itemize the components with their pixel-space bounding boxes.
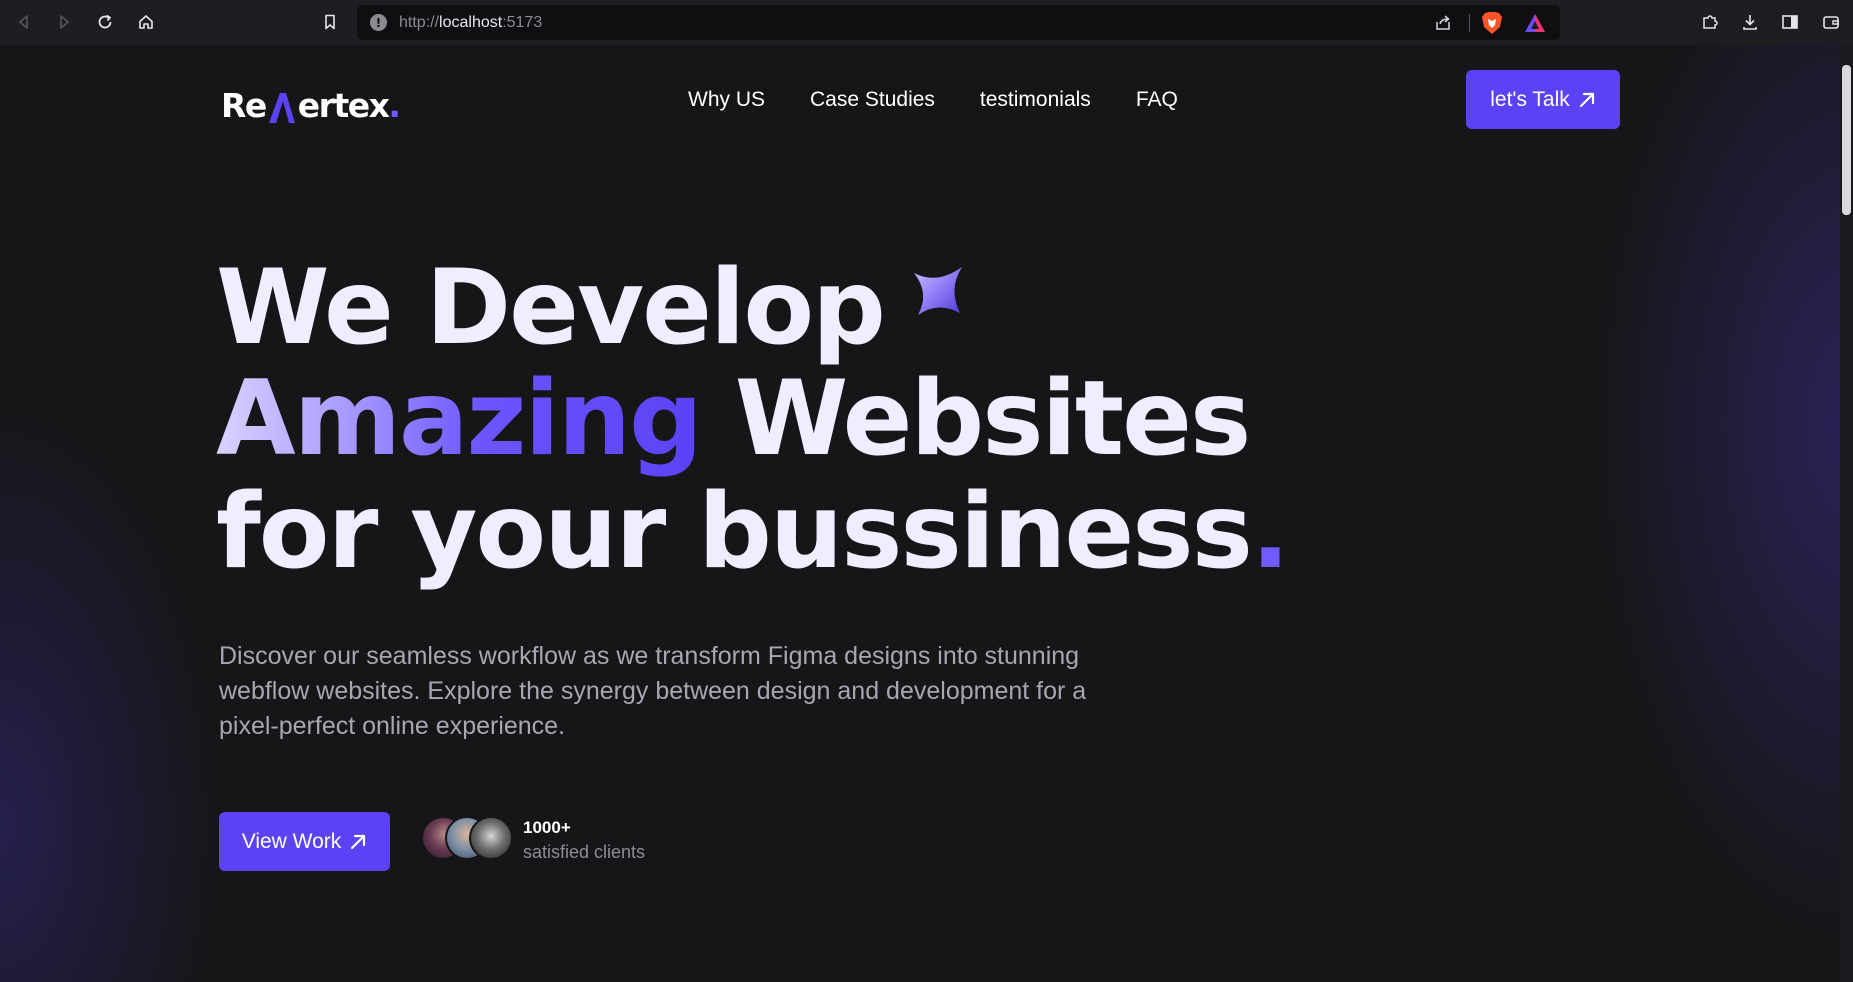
share-icon[interactable] xyxy=(1433,13,1453,37)
nav-link-faq[interactable]: FAQ xyxy=(1136,88,1178,112)
logo-mark-icon xyxy=(267,89,297,125)
reload-icon[interactable] xyxy=(93,10,117,34)
page-viewport: Re ertex. Why US Case Studies testimonia… xyxy=(0,45,1853,982)
wallet-icon[interactable] xyxy=(1820,11,1842,33)
sparkle-star-icon xyxy=(914,267,962,315)
home-icon[interactable] xyxy=(134,10,158,34)
lets-talk-button[interactable]: let's Talk xyxy=(1466,70,1620,129)
logo-dot: . xyxy=(388,86,401,125)
hero-line-3-text: for your bussiness xyxy=(216,472,1253,592)
nav-link-testimonials[interactable]: testimonials xyxy=(980,88,1091,112)
hero-heading-line-2: Amazing Websites xyxy=(216,368,1251,471)
url-text[interactable]: http://localhost:5173 xyxy=(399,14,542,32)
sidebar-icon[interactable] xyxy=(1779,11,1801,33)
browser-toolbar: ! http://localhost:5173 xyxy=(0,0,1853,45)
hero-heading-line-1: We Develop xyxy=(216,248,886,368)
avatar xyxy=(469,816,513,860)
scrollbar[interactable] xyxy=(1840,45,1853,982)
hero-line-2-rest: Websites xyxy=(700,359,1252,479)
clients-count: 1000+ xyxy=(523,818,571,837)
site-info-icon[interactable]: ! xyxy=(370,14,387,31)
client-avatars xyxy=(421,816,513,860)
hero-heading-line-3: for your bussiness. xyxy=(216,481,1290,584)
divider xyxy=(1469,14,1470,32)
hero-description: Discover our seamless workflow as we tra… xyxy=(219,642,1087,740)
lets-talk-label: let's Talk xyxy=(1490,87,1570,111)
main-nav: Why US Case Studies testimonials FAQ xyxy=(688,88,1223,112)
address-bar[interactable]: ! http://localhost:5173 xyxy=(357,5,1560,40)
downloads-icon[interactable] xyxy=(1739,11,1761,33)
view-work-label: View Work xyxy=(241,829,342,853)
logo[interactable]: Re ertex. xyxy=(221,85,401,125)
brave-shields-icon[interactable] xyxy=(1481,11,1503,39)
logo-text-left: Re xyxy=(221,86,267,125)
back-icon[interactable] xyxy=(12,10,36,34)
extensions-icon[interactable] xyxy=(1699,11,1721,33)
nav-link-why-us[interactable]: Why US xyxy=(688,88,765,112)
view-work-button[interactable]: View Work xyxy=(219,812,390,871)
arrow-up-right-icon xyxy=(1579,92,1594,107)
clients-label: satisfied clients xyxy=(523,842,646,862)
bookmark-icon[interactable] xyxy=(318,10,342,34)
forward-icon[interactable] xyxy=(52,10,76,34)
nav-link-case-studies[interactable]: Case Studies xyxy=(810,88,935,112)
hero-accent-dot: . xyxy=(1250,472,1290,592)
hero-highlight-word: Amazing xyxy=(216,359,703,479)
brave-rewards-icon[interactable] xyxy=(1523,12,1547,38)
arrow-up-right-icon xyxy=(351,834,366,849)
scrollbar-thumb[interactable] xyxy=(1842,65,1851,215)
logo-text-right: ertex xyxy=(297,86,390,125)
